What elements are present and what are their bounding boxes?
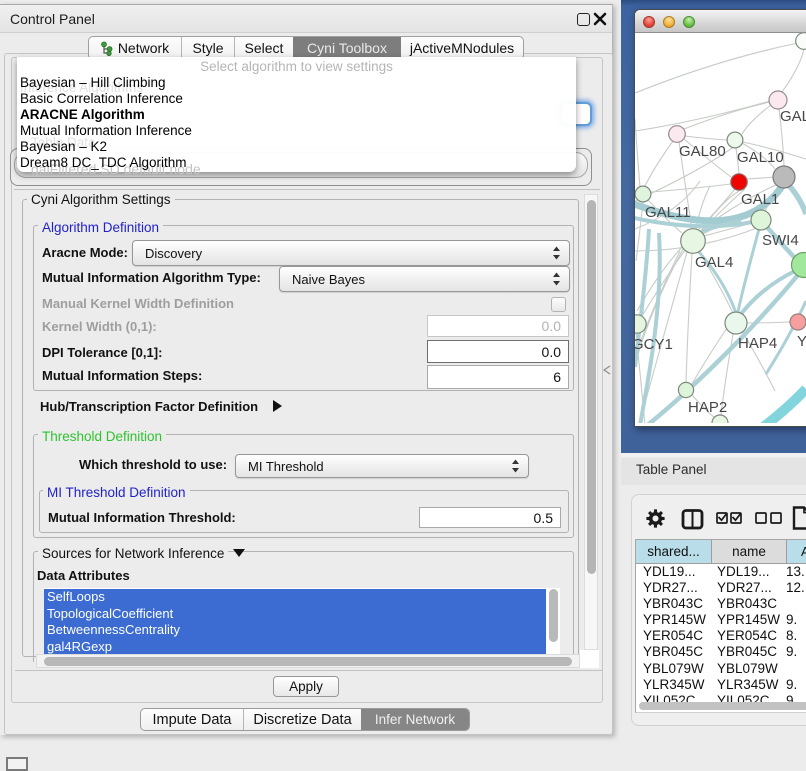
svg-text:GAL1: GAL1 — [741, 191, 779, 208]
svg-text:GAL11: GAL11 — [645, 204, 691, 221]
svg-text:GAL10: GAL10 — [737, 149, 784, 166]
svg-text:GAL80: GAL80 — [679, 143, 726, 160]
svg-text:HAP4: HAP4 — [738, 335, 777, 352]
svg-text:SWI4: SWI4 — [762, 232, 799, 249]
svg-text:HAP2: HAP2 — [688, 399, 727, 416]
svg-text:GAL7: GAL7 — [780, 108, 806, 125]
svg-text:Y: Y — [797, 333, 806, 350]
svg-text:GAL4: GAL4 — [695, 254, 733, 271]
svg-text:GCY1: GCY1 — [635, 336, 673, 353]
